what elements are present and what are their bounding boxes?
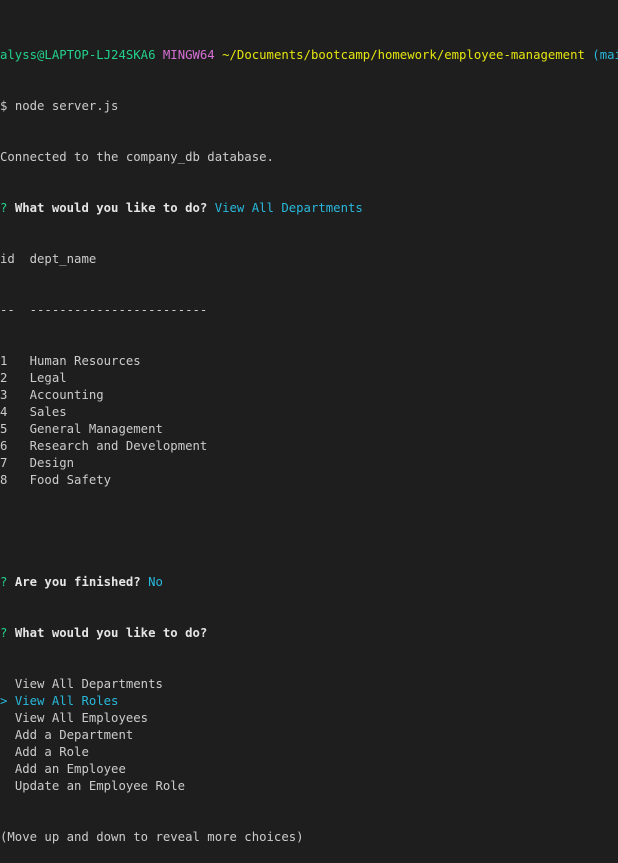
question-marker: ? xyxy=(0,575,8,589)
menu-choice[interactable]: > View All Roles xyxy=(0,693,618,710)
row-dept-name: Design xyxy=(29,456,75,470)
menu-choice[interactable]: Add a Department xyxy=(0,727,618,744)
table-body: 1 Human Resources 2 Legal 3 Accounting 4 Sa… xyxy=(0,353,618,489)
choice-pointer xyxy=(0,728,7,742)
choice-label: View All Employees xyxy=(14,711,149,725)
table-row: 8 Food Safety xyxy=(0,472,618,489)
table-row: 3 Accounting xyxy=(0,387,618,404)
header-dept-name: dept_name xyxy=(29,252,97,266)
question-text: What would you like to do? xyxy=(14,201,208,215)
choice-pointer xyxy=(0,745,7,759)
table-row: 1 Human Resources xyxy=(0,353,618,370)
menu-choice[interactable]: Update an Employee Role xyxy=(0,778,618,795)
row-dept-name: Sales xyxy=(29,405,67,419)
table-separator: -- ------------------------ xyxy=(0,302,618,319)
row-id: 8 xyxy=(0,473,8,487)
menu-choice[interactable]: View All Departments xyxy=(0,676,618,693)
row-dept-name: Legal xyxy=(29,371,67,385)
choice-label: View All Roles xyxy=(14,694,119,708)
question-marker: ? xyxy=(0,626,8,640)
question-text: Are you finished? xyxy=(14,575,141,589)
header-id: id xyxy=(0,252,15,266)
finished-question-line: ? Are you finished? No xyxy=(0,574,618,591)
choice-pointer xyxy=(0,711,7,725)
table-row: 4 Sales xyxy=(0,404,618,421)
user-host: alyss@LAPTOP-LJ24SKA6 xyxy=(0,48,156,62)
working-directory: ~/Documents/bootcamp/homework/employee-m… xyxy=(222,48,585,62)
choice-label: Add a Department xyxy=(14,728,134,742)
terminal-output: alyss@LAPTOP-LJ24SKA6 MINGW64 ~/Document… xyxy=(0,13,618,863)
question-answer: View All Departments xyxy=(214,201,363,215)
prompt-symbol: $ xyxy=(0,99,8,113)
command-text: node server.js xyxy=(14,99,119,113)
question-text: What would you like to do? xyxy=(14,626,208,640)
table-row: 5 General Management xyxy=(0,421,618,438)
row-id: 4 xyxy=(0,405,8,419)
separator-id: -- xyxy=(0,303,15,317)
choice-pointer xyxy=(0,779,7,793)
menu-choice[interactable]: Add an Employee xyxy=(0,761,618,778)
question-answer: No xyxy=(148,575,163,589)
table-row: 6 Research and Development xyxy=(0,438,618,455)
shell-prompt-line: alyss@LAPTOP-LJ24SKA6 MINGW64 ~/Document… xyxy=(0,47,618,64)
terminal-window[interactable]: { "prompt": { "user_host": "alyss@LAPTOP… xyxy=(0,0,618,844)
row-id: 3 xyxy=(0,388,8,402)
row-id: 1 xyxy=(0,354,8,368)
separator-name: ------------------------ xyxy=(29,303,208,317)
table-row: 7 Design xyxy=(0,455,618,472)
choice-list[interactable]: View All Departments > View All Roles Vie… xyxy=(0,676,618,795)
table-row: 2 Legal xyxy=(0,370,618,387)
row-id: 5 xyxy=(0,422,8,436)
row-id: 7 xyxy=(0,456,8,470)
command-line: $ node server.js xyxy=(0,98,618,115)
row-id: 6 xyxy=(0,439,8,453)
connected-message: Connected to the company_db database. xyxy=(0,150,274,164)
row-dept-name: Human Resources xyxy=(29,354,141,368)
choice-label: Add a Role xyxy=(14,745,89,759)
git-branch: (main) xyxy=(592,48,618,62)
menu-choice[interactable]: Add a Role xyxy=(0,744,618,761)
menu-choice[interactable]: View All Employees xyxy=(0,710,618,727)
choice-label: Add an Employee xyxy=(14,762,126,776)
choice-label: View All Departments xyxy=(14,677,163,691)
shell-name: MINGW64 xyxy=(162,48,215,62)
choice-pointer: > xyxy=(0,694,8,708)
navigation-hint: (Move up and down to reveal more choices… xyxy=(0,830,304,844)
choice-pointer xyxy=(0,762,7,776)
choice-pointer xyxy=(0,677,7,691)
row-dept-name: Food Safety xyxy=(29,473,112,487)
row-dept-name: General Management xyxy=(29,422,163,436)
first-question-line: ? What would you like to do? View All De… xyxy=(0,200,618,217)
table-header: id dept_name xyxy=(0,251,618,268)
row-dept-name: Research and Development xyxy=(29,439,208,453)
second-question-line: ? What would you like to do? xyxy=(0,625,618,642)
choice-label: Update an Employee Role xyxy=(14,779,186,793)
question-marker: ? xyxy=(0,201,8,215)
row-id: 2 xyxy=(0,371,8,385)
row-dept-name: Accounting xyxy=(29,388,104,402)
